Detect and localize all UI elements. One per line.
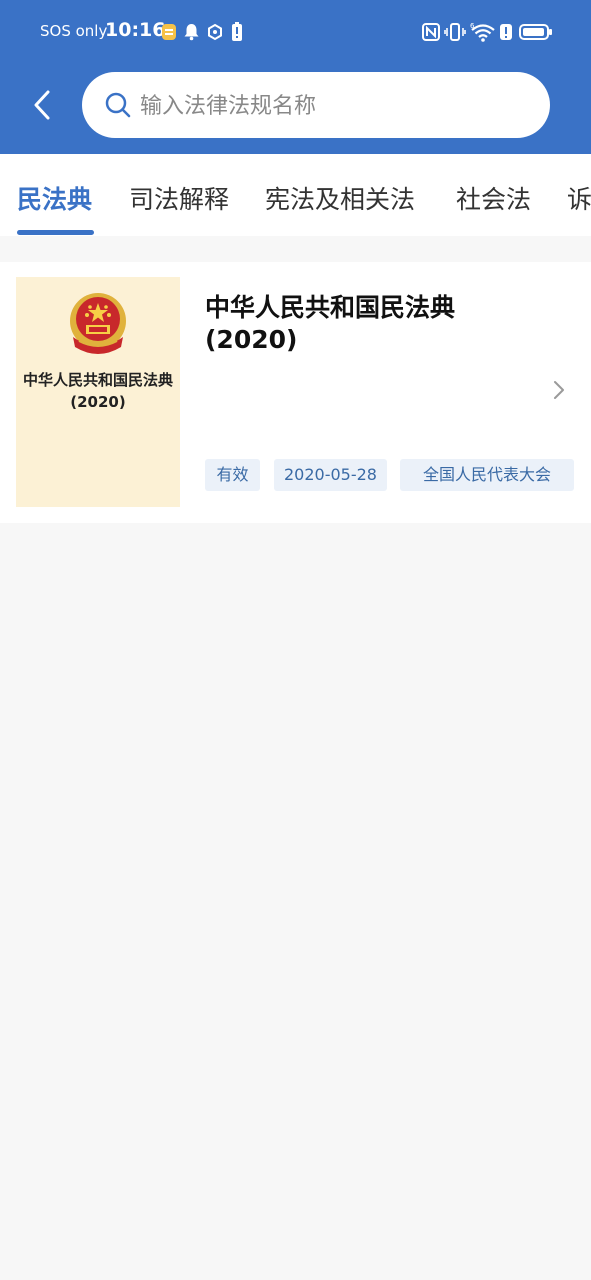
nfc-icon xyxy=(422,23,440,41)
search-bar[interactable] xyxy=(82,72,550,138)
date-badge: 2020-05-28 xyxy=(274,459,387,491)
status-badge: 有效 xyxy=(205,459,260,491)
cover-title: 中华人民共和国民法典 (2020) xyxy=(22,371,173,411)
law-title[interactable]: 中华人民共和国民法典 (2020) xyxy=(205,292,545,356)
chevron-right-icon xyxy=(554,381,564,399)
battery-alert-icon xyxy=(232,22,242,41)
law-cover: 中华人民共和国民法典 (2020) xyxy=(16,277,180,507)
sync-icon xyxy=(208,23,222,41)
clock: 10:16 xyxy=(105,19,166,41)
tab-constitution[interactable]: 宪法及相关法 xyxy=(265,180,415,216)
law-list-item[interactable]: 中华人民共和国民法典 (2020) 中华人民共和国民法典 (2020) 有效 2… xyxy=(0,262,591,523)
carrier-label: SOS only xyxy=(40,22,108,40)
alert-icon xyxy=(500,24,512,40)
active-tab-indicator xyxy=(17,230,94,235)
status-bar: SOS only 10:16 6 xyxy=(0,0,591,64)
chevron-left-icon xyxy=(34,90,50,120)
search-input[interactable] xyxy=(138,85,532,127)
bell-icon xyxy=(184,24,199,41)
back-button[interactable] xyxy=(28,88,56,122)
category-tabs: 民法典 司法解释 宪法及相关法 社会法 诉 xyxy=(0,154,591,236)
tab-civil-code[interactable]: 民法典 xyxy=(17,180,92,216)
wifi-icon: 6 xyxy=(470,22,495,42)
issuer-badge: 全国人民代表大会 xyxy=(400,459,574,491)
notes-app-icon xyxy=(162,24,176,40)
vibrate-icon xyxy=(444,23,466,41)
tab-judicial-interpretation[interactable]: 司法解释 xyxy=(129,180,229,216)
national-emblem-icon xyxy=(70,293,126,354)
app-header: SOS only 10:16 6 输入法律法规名称 xyxy=(0,0,591,154)
search-icon xyxy=(105,92,131,118)
tab-social-law[interactable]: 社会法 xyxy=(456,180,531,216)
tab-litigation[interactable]: 诉 xyxy=(567,180,591,216)
svg-text:6: 6 xyxy=(470,22,475,30)
battery-icon xyxy=(519,24,552,40)
